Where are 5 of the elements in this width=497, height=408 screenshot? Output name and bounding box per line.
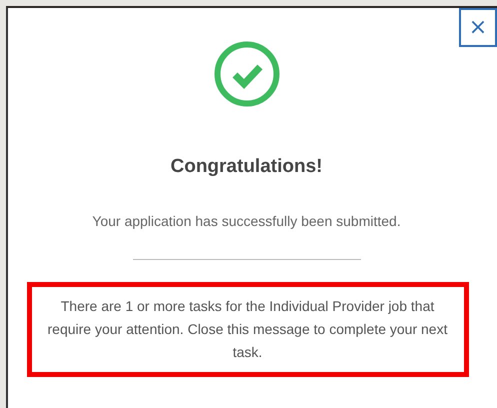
- notice-text: There are 1 or more tasks for the Individual Provider job that require your attention. Close this message to complete your next task.: [46, 297, 448, 362]
- dialog-title: Congratulations!: [170, 156, 322, 178]
- check-circle-icon: [214, 41, 280, 107]
- close-button[interactable]: ×: [459, 8, 497, 47]
- success-message: Your application has successfully been submitted.: [92, 213, 401, 229]
